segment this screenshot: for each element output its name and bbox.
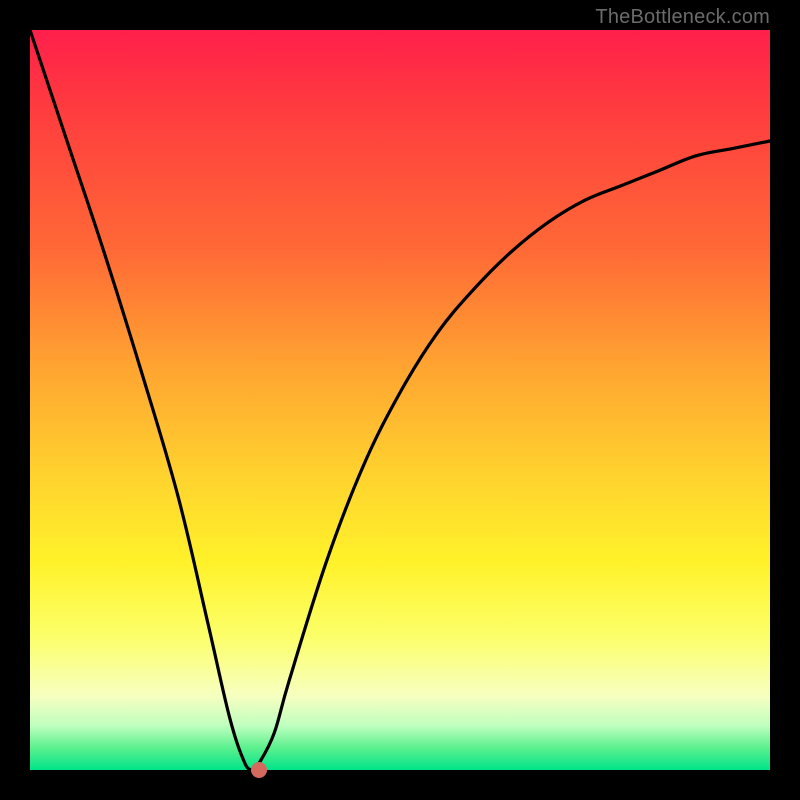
optimum-marker: [251, 762, 267, 778]
curve-svg: [30, 30, 770, 770]
attribution-text: TheBottleneck.com: [595, 6, 770, 29]
plot-area: [30, 30, 770, 770]
bottleneck-curve-path: [30, 30, 770, 770]
chart-frame: TheBottleneck.com: [0, 0, 800, 800]
